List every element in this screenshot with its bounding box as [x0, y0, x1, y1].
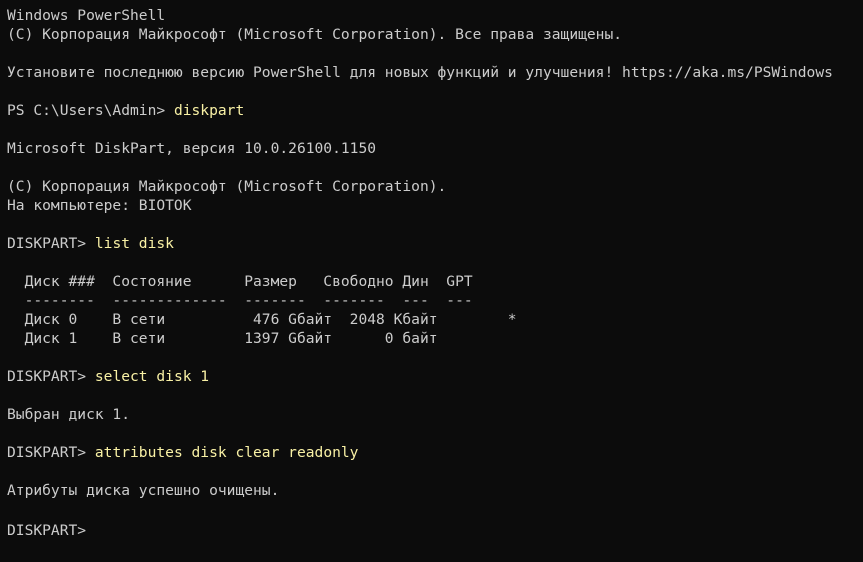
command-text: attributes disk clear readonly [94, 444, 359, 461]
prompt-line: DISKPART> list disk [7, 234, 863, 253]
output-line: (C) Корпорация Майкрософт (Microsoft Cor… [7, 178, 447, 195]
prompt-text: DISKPART> [7, 522, 95, 539]
prompt-text: DISKPART> [7, 235, 95, 252]
output-line: Microsoft DiskPart, версия 10.0.26100.11… [7, 140, 377, 157]
output-line: Windows PowerShell [7, 7, 166, 24]
output-line: -------- ------------- ------- ------- -… [7, 292, 473, 309]
output-line: (C) Корпорация Майкрософт (Microsoft Cor… [7, 26, 623, 43]
prompt-text: DISKPART> [7, 368, 95, 385]
output-line: Диск 1 В сети 1397 Gбайт 0 байт [7, 330, 438, 347]
output-line: Диск 0 В сети 476 Gбайт 2048 Kбайт * [7, 311, 517, 328]
prompt-text: PS C:\Users\Admin> [7, 102, 174, 119]
command-text: select disk 1 [94, 368, 210, 385]
output-line: Установите последнюю версию PowerShell д… [7, 64, 833, 81]
prompt-text: DISKPART> [7, 444, 95, 461]
command-text: diskpart [173, 102, 245, 119]
prompt-line: DISKPART> attributes disk clear readonly [7, 443, 863, 462]
output-line: На компьютере: BIOTOK [7, 197, 192, 214]
output-line: Атрибуты диска успешно очищены. [7, 482, 280, 499]
output-line: Выбран диск 1. [7, 406, 131, 423]
prompt-line: DISKPART> [7, 519, 863, 539]
output-line: Диск ### Состояние Размер Свободно Дин G… [7, 273, 473, 290]
command-text: list disk [94, 235, 174, 252]
terminal-window[interactable]: Windows PowerShell (C) Корпорация Майкрос… [0, 0, 863, 562]
prompt-line: PS C:\Users\Admin> diskpart [7, 101, 863, 120]
prompt-line: DISKPART> select disk 1 [7, 367, 863, 386]
